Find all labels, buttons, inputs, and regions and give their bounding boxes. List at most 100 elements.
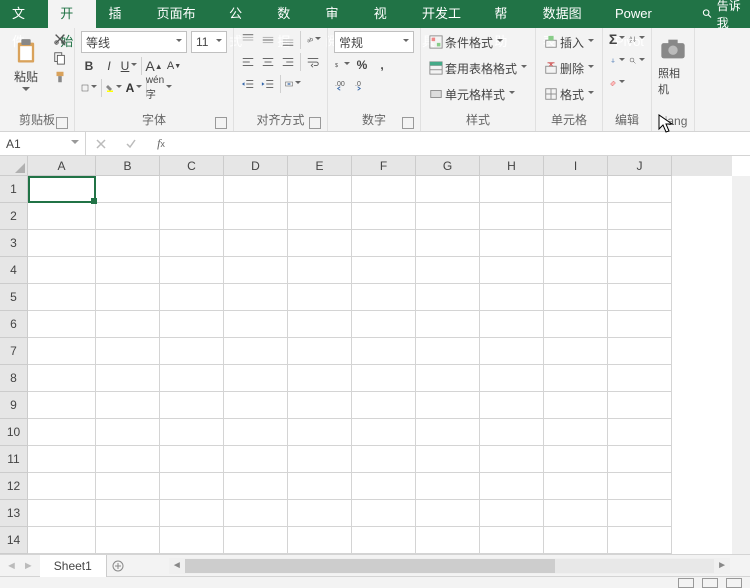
column-header-E[interactable]: E — [288, 156, 352, 176]
cell[interactable] — [480, 176, 544, 203]
cell[interactable] — [608, 284, 672, 311]
sheet-nav-prev[interactable]: ◄ — [6, 560, 17, 572]
vertical-scrollbar[interactable] — [732, 176, 750, 554]
tab-developer[interactable]: 开发工具 — [410, 0, 482, 28]
sheet-tab-1[interactable]: Sheet1 — [40, 555, 107, 577]
row-header-5[interactable]: 5 — [0, 284, 28, 311]
increase-decimal-button[interactable]: .00 — [334, 77, 350, 93]
cell[interactable] — [96, 338, 160, 365]
cell[interactable] — [480, 419, 544, 446]
tab-insert[interactable]: 插入 — [96, 0, 144, 28]
cell[interactable] — [288, 230, 352, 257]
border-button[interactable] — [81, 80, 97, 96]
cell[interactable] — [544, 365, 608, 392]
column-header-B[interactable]: B — [96, 156, 160, 176]
cell[interactable] — [352, 392, 416, 419]
cell[interactable] — [96, 365, 160, 392]
cell[interactable] — [416, 392, 480, 419]
cell[interactable] — [416, 203, 480, 230]
cell[interactable] — [160, 473, 224, 500]
decrease-indent-button[interactable] — [240, 76, 256, 92]
cell[interactable] — [96, 203, 160, 230]
tab-power-pivot[interactable]: Power Pivot — [603, 0, 692, 28]
cell[interactable] — [160, 419, 224, 446]
formula-input[interactable] — [176, 132, 750, 155]
cell[interactable] — [608, 473, 672, 500]
clear-button[interactable] — [609, 75, 625, 91]
cell[interactable] — [352, 419, 416, 446]
cell[interactable] — [96, 257, 160, 284]
insert-function-button[interactable]: fx — [146, 132, 176, 155]
cell[interactable] — [160, 365, 224, 392]
cell[interactable] — [608, 365, 672, 392]
cell[interactable] — [224, 284, 288, 311]
new-sheet-button[interactable] — [107, 559, 129, 573]
cell[interactable] — [480, 500, 544, 527]
cell[interactable] — [416, 419, 480, 446]
tab-home[interactable]: 开始 — [48, 0, 96, 28]
cell[interactable] — [480, 392, 544, 419]
cell[interactable] — [544, 338, 608, 365]
align-center-button[interactable] — [260, 54, 276, 70]
cell[interactable] — [608, 176, 672, 203]
cell[interactable] — [288, 527, 352, 554]
cell[interactable] — [544, 392, 608, 419]
cell[interactable] — [416, 230, 480, 257]
confirm-edit-button[interactable] — [116, 132, 146, 155]
cell[interactable] — [28, 203, 96, 230]
cell[interactable] — [352, 284, 416, 311]
copy-button[interactable] — [52, 50, 68, 66]
cell[interactable] — [96, 230, 160, 257]
cell[interactable] — [608, 203, 672, 230]
cell[interactable] — [416, 176, 480, 203]
sort-filter-button[interactable]: AZ — [629, 31, 645, 47]
row-header-2[interactable]: 2 — [0, 203, 28, 230]
format-painter-button[interactable] — [52, 69, 68, 85]
wrap-text-button[interactable] — [305, 54, 321, 70]
cell[interactable] — [288, 365, 352, 392]
cell[interactable] — [416, 446, 480, 473]
cell[interactable] — [160, 338, 224, 365]
row-header-7[interactable]: 7 — [0, 338, 28, 365]
cell[interactable] — [160, 392, 224, 419]
cell[interactable] — [352, 500, 416, 527]
cell[interactable] — [288, 257, 352, 284]
cell[interactable] — [160, 176, 224, 203]
align-middle-button[interactable] — [260, 32, 276, 48]
cell[interactable] — [224, 473, 288, 500]
cell[interactable] — [288, 284, 352, 311]
tab-review[interactable]: 审阅 — [314, 0, 362, 28]
cell[interactable] — [96, 527, 160, 554]
tab-help[interactable]: 帮助 — [482, 0, 530, 28]
cell[interactable] — [28, 365, 96, 392]
cell[interactable] — [480, 473, 544, 500]
cell[interactable] — [224, 203, 288, 230]
align-left-button[interactable] — [240, 54, 256, 70]
column-header-I[interactable]: I — [544, 156, 608, 176]
insert-cells-button[interactable]: 插入 — [542, 31, 596, 53]
cell[interactable] — [288, 392, 352, 419]
format-cells-button[interactable]: 格式 — [542, 83, 596, 105]
tab-formulas[interactable]: 公式 — [217, 0, 265, 28]
cell[interactable] — [480, 365, 544, 392]
cell[interactable] — [352, 230, 416, 257]
cell[interactable] — [224, 311, 288, 338]
cell[interactable] — [608, 311, 672, 338]
cell[interactable] — [416, 338, 480, 365]
cell[interactable] — [224, 500, 288, 527]
cell[interactable] — [224, 230, 288, 257]
fill-color-button[interactable] — [106, 80, 122, 96]
cell[interactable] — [480, 311, 544, 338]
alignment-dialog-launcher[interactable] — [309, 117, 321, 129]
increase-indent-button[interactable] — [260, 76, 276, 92]
cell[interactable] — [160, 284, 224, 311]
italic-button[interactable]: I — [101, 58, 117, 74]
cell[interactable] — [416, 284, 480, 311]
row-header-12[interactable]: 12 — [0, 473, 28, 500]
cell[interactable] — [608, 230, 672, 257]
cell[interactable] — [352, 311, 416, 338]
cell[interactable] — [352, 338, 416, 365]
cell[interactable] — [544, 284, 608, 311]
column-header-J[interactable]: J — [608, 156, 672, 176]
tab-data[interactable]: 数据 — [265, 0, 313, 28]
